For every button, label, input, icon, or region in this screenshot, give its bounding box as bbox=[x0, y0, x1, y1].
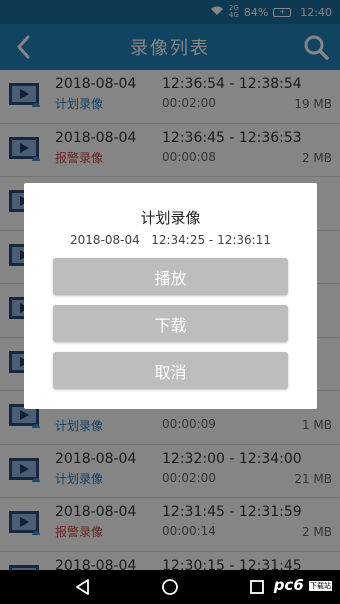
nav-back-icon[interactable] bbox=[74, 578, 92, 596]
recording-action-dialog: 计划录像 2018-08-04 12:34:25 - 12:36:11 播放 下… bbox=[24, 183, 317, 409]
dialog-recording-info: 2018-08-04 12:34:25 - 12:36:11 bbox=[70, 233, 271, 247]
watermark-logo: pc6 下载站 bbox=[273, 576, 332, 594]
download-button[interactable]: 下载 bbox=[53, 305, 288, 342]
nav-recents-icon[interactable] bbox=[248, 578, 266, 596]
cancel-button[interactable]: 取消 bbox=[53, 352, 288, 389]
dialog-title: 计划录像 bbox=[140, 209, 201, 227]
play-button[interactable]: 播放 bbox=[53, 258, 288, 295]
nav-home-icon[interactable] bbox=[161, 578, 179, 596]
